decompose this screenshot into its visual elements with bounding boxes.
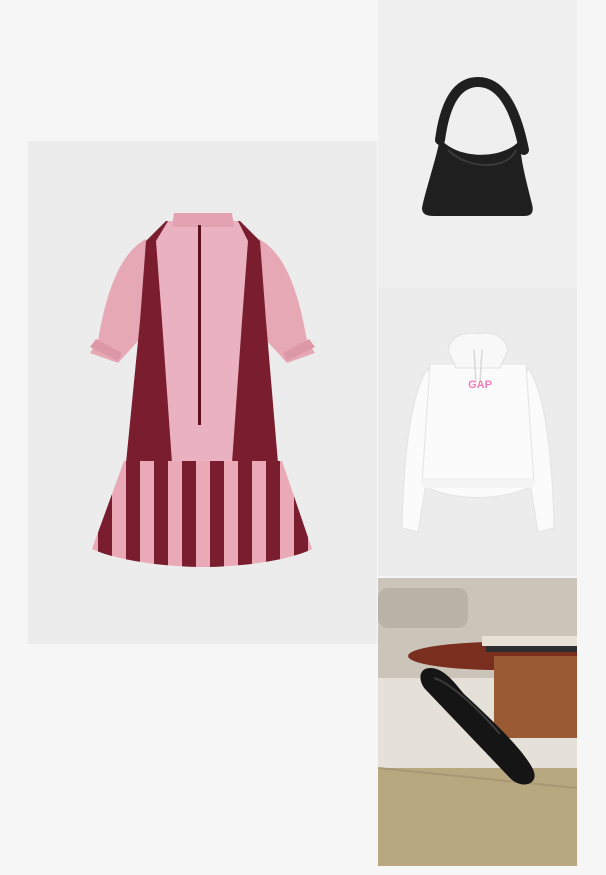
outfit-item-bag[interactable] <box>378 0 577 288</box>
black-shoulder-bag-icon <box>422 76 533 216</box>
black-ballet-flat-icon <box>378 578 577 866</box>
striped-shirt-dress-icon <box>90 213 315 567</box>
white-hoodie-icon: GAP <box>401 332 555 533</box>
outfit-item-hoodie[interactable]: GAP <box>378 288 577 576</box>
outfit-item-shoe[interactable] <box>378 578 577 866</box>
outfit-item-dress[interactable] <box>28 141 377 644</box>
hoodie-print-text: GAP <box>468 379 492 391</box>
